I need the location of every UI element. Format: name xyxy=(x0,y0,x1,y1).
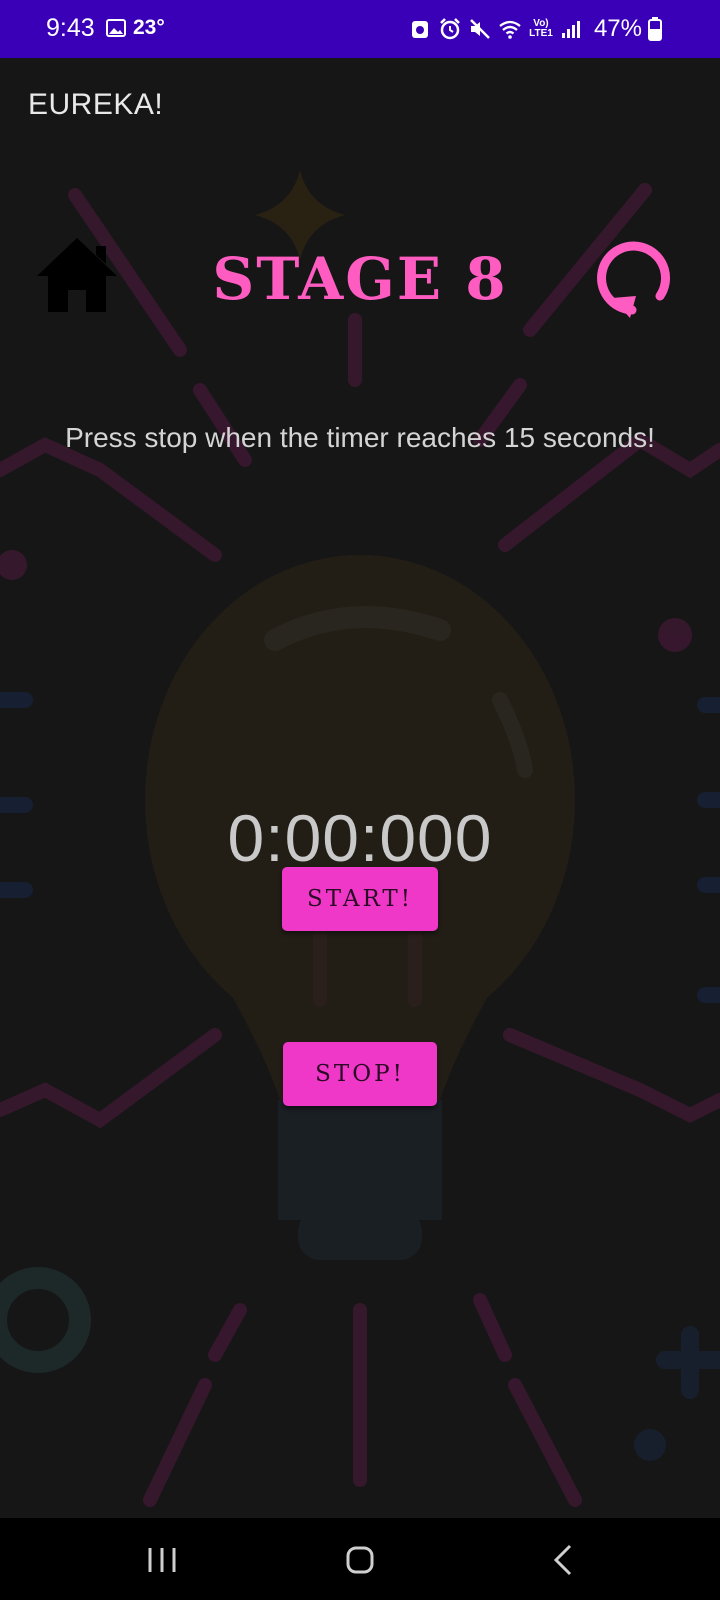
home-icon[interactable] xyxy=(34,234,120,314)
gallery-icon xyxy=(106,19,126,37)
signal-icon xyxy=(561,21,580,38)
app-notification-icon xyxy=(411,21,428,38)
mute-icon xyxy=(470,19,490,39)
stage-title: STAGE 8 xyxy=(212,245,508,313)
restart-icon[interactable] xyxy=(592,234,680,322)
start-button[interactable]: START! xyxy=(282,867,438,931)
network-label-bottom: LTE1 xyxy=(529,28,553,39)
status-time: 9:43 xyxy=(46,14,95,42)
status-temperature: 23° xyxy=(133,16,165,39)
status-icons: Vo) LTE1 47% xyxy=(408,12,662,46)
status-bar: 9:43 23° Vo) LTE1 47% xyxy=(0,0,720,58)
instruction-text: Press stop when the timer reaches 15 sec… xyxy=(65,422,655,453)
battery-percent: 47% xyxy=(593,15,642,42)
home-nav-icon[interactable] xyxy=(340,1540,380,1580)
network-type-label: Vo) LTE1 xyxy=(528,19,554,39)
timer-display: 0:00:000 xyxy=(227,801,493,875)
recent-apps-icon[interactable] xyxy=(142,1540,182,1580)
back-icon[interactable] xyxy=(544,1540,584,1580)
navigation-bar xyxy=(0,1518,720,1600)
stop-button[interactable]: STOP! xyxy=(283,1042,437,1106)
wifi-icon xyxy=(499,20,521,39)
battery-icon xyxy=(648,17,662,41)
alarm-icon xyxy=(440,18,460,40)
